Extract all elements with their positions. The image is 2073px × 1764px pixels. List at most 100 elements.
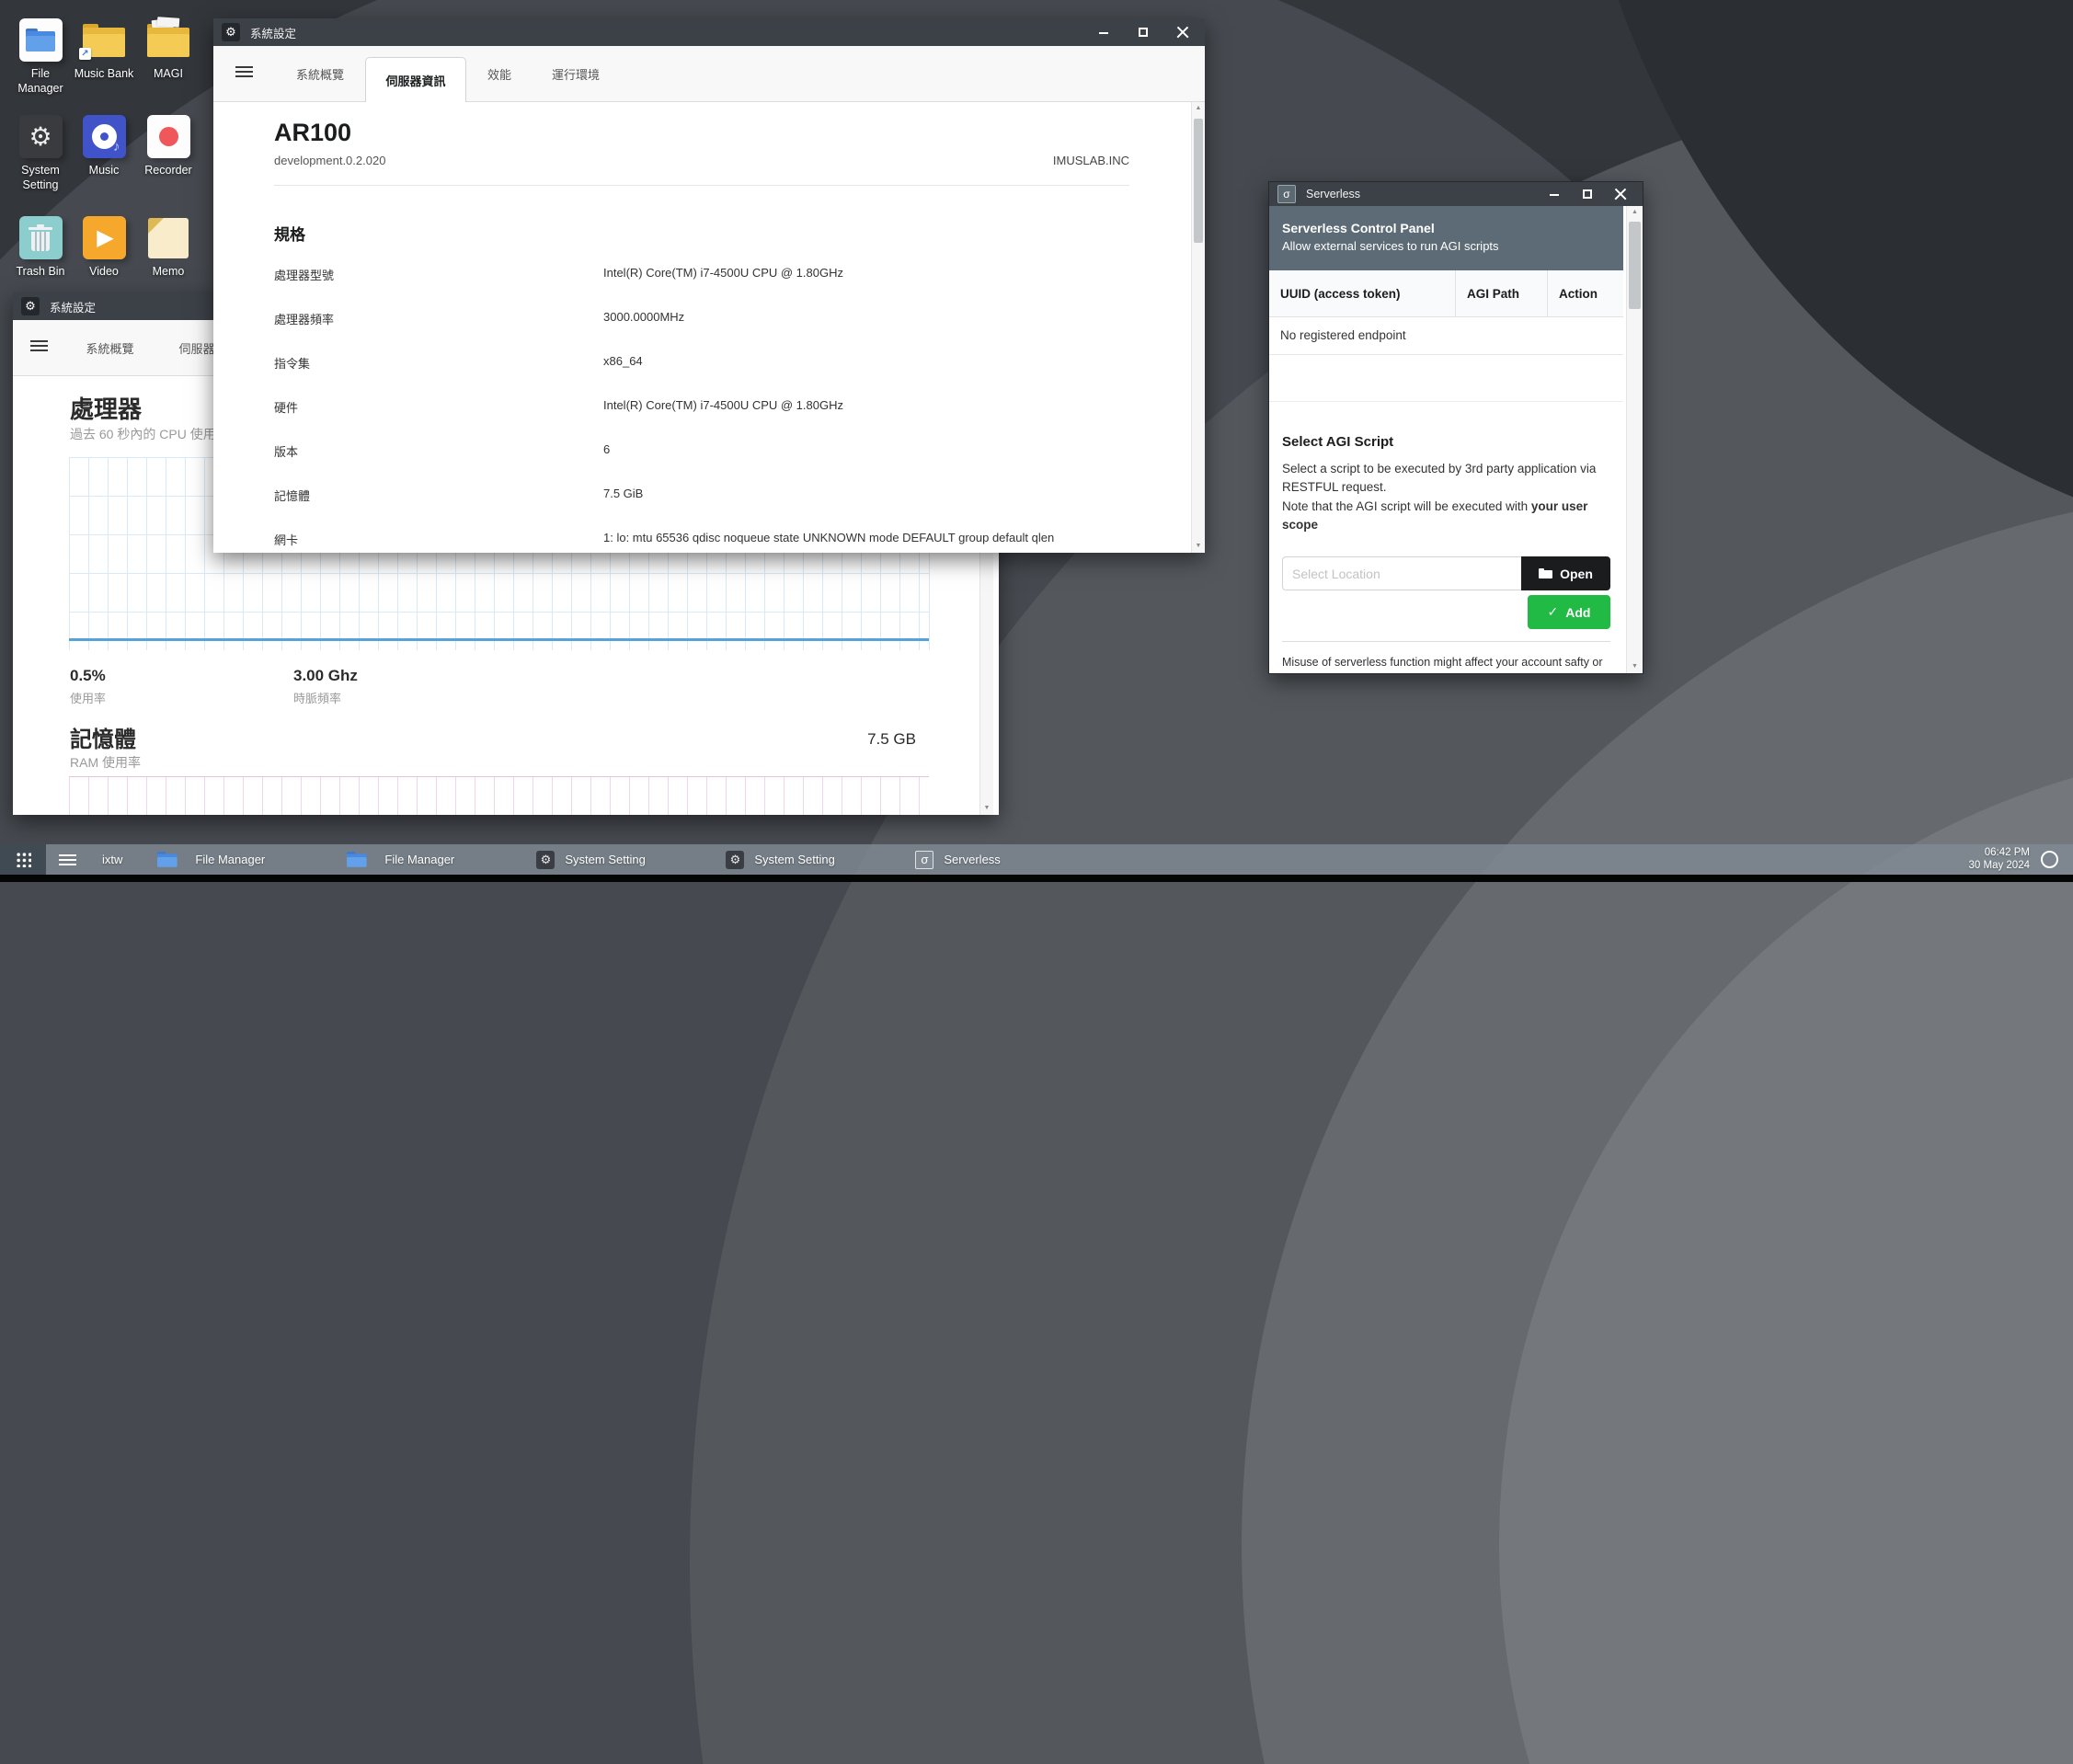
scrollbar[interactable]: ▲ ▼ (1191, 102, 1205, 553)
add-button-label: Add (1565, 605, 1590, 620)
spec-label: 記憶體 (274, 487, 310, 504)
tab-system-overview[interactable]: 系統概覽 (71, 320, 149, 375)
scroll-thumb[interactable] (1629, 222, 1641, 309)
desktop-icon-memo[interactable]: Memo (138, 216, 199, 280)
memo-note-icon (147, 216, 190, 259)
recorder-icon (147, 115, 190, 158)
panel-title: Serverless Control Panel (1282, 206, 1610, 235)
close-button[interactable] (1614, 188, 1627, 200)
tab-server-info-active[interactable]: 伺服器資訊 (365, 57, 466, 102)
select-agi-description: Select a script to be executed by 3rd pa… (1282, 460, 1611, 534)
window-title: 系統設定 (250, 24, 296, 41)
clock-date: 30 May 2024 (1969, 860, 2031, 873)
spec-row: 記憶體 7.5 GiB (274, 487, 1177, 505)
desktop-icon-label: Recorder (138, 164, 199, 178)
taskbar-item-file-manager-2[interactable]: File Manager (347, 849, 501, 870)
close-button[interactable] (1176, 26, 1189, 39)
scroll-down-icon[interactable]: ▼ (1192, 540, 1205, 553)
window-content: AR100 development.0.2.020 IMUSLAB.INC 規格… (213, 102, 1205, 553)
desktop-icon-file-manager[interactable]: File Manager (10, 18, 71, 96)
menu-icon[interactable] (235, 66, 253, 79)
scroll-down-icon[interactable]: ▼ (1627, 660, 1643, 673)
ram-heading: 記憶體 (70, 721, 136, 753)
spec-row: 處理器型號 Intel(R) Core(TM) i7-4500U CPU @ 1… (274, 266, 1177, 284)
spec-value: 7.5 GiB (603, 487, 643, 500)
desktop-icon-label: MAGI (138, 67, 199, 82)
hostname: AR100 (274, 119, 351, 147)
spec-value: 1: lo: mtu 65536 qdisc noqueue state UNK… (603, 531, 1054, 544)
taskbar-item-system-setting-1[interactable]: ⚙ System Setting (536, 851, 691, 869)
folder-icon (157, 852, 178, 867)
maximize-button[interactable] (1581, 188, 1594, 200)
minimize-button[interactable] (1548, 188, 1561, 200)
open-button[interactable]: Open (1521, 556, 1610, 590)
desktop-icon-label: Music (74, 164, 134, 178)
desktop-icon-music[interactable]: ♪ Music (74, 115, 134, 178)
app-launcher-button[interactable] (0, 844, 46, 875)
check-icon: ✓ (1548, 604, 1559, 620)
desktop-icon-recorder[interactable]: Recorder (138, 115, 199, 178)
scroll-up-icon[interactable]: ▲ (1192, 102, 1205, 115)
scroll-down-icon[interactable]: ▼ (980, 802, 993, 815)
titlebar[interactable]: σ Serverless (1269, 182, 1643, 206)
spec-label: 網卡 (274, 531, 298, 548)
divider (1269, 401, 1623, 402)
add-button[interactable]: ✓ Add (1528, 595, 1610, 629)
taskbar-item-label: Serverless (944, 853, 1000, 866)
scrollbar[interactable]: ▲ ▼ (1626, 206, 1643, 673)
scroll-up-icon[interactable]: ▲ (1627, 206, 1643, 219)
music-note-icon: ♪ (113, 139, 120, 155)
spec-label: 處理器頻率 (274, 310, 334, 327)
empty-endpoint-row: No registered endpoint (1269, 316, 1623, 355)
panel-subtitle: Allow external services to run AGI scrip… (1282, 235, 1610, 253)
system-setting-window-front: ⚙ 系統設定 系統概覽 伺服器資訊 效能 運行環境 AR100 developm… (213, 18, 1205, 553)
open-button-label: Open (1560, 567, 1593, 581)
tab-performance[interactable]: 效能 (486, 46, 513, 101)
gear-icon: ⚙ (536, 851, 555, 869)
endpoint-table-header: UUID (access token) AGI Path Action (1269, 270, 1623, 317)
script-location-input[interactable] (1282, 556, 1521, 590)
gear-icon: ⚙ (21, 297, 40, 315)
ram-subtitle: RAM 使用率 (70, 753, 141, 772)
maximize-button[interactable] (1137, 26, 1150, 39)
build-version: development.0.2.020 (274, 154, 385, 167)
taskbar-item-label: File Manager (384, 853, 454, 866)
tab-runtime-env[interactable]: 運行環境 (549, 46, 602, 101)
warning-text: Misuse of serverless function might affe… (1282, 652, 1611, 673)
spec-row: 處理器頻率 3000.0000MHz (274, 310, 1177, 328)
power-circle-icon[interactable] (2041, 851, 2058, 868)
desktop-icon-label: Music Bank (74, 67, 134, 82)
spec-label: 硬件 (274, 398, 298, 416)
folder-icon (347, 852, 367, 867)
username: ixtw (102, 853, 122, 866)
taskbar-item-label: File Manager (195, 853, 265, 866)
spec-label: 指令集 (274, 354, 310, 372)
window-content: Serverless Control Panel Allow external … (1269, 206, 1643, 673)
scroll-thumb[interactable] (1194, 119, 1203, 243)
desktop-icon-video[interactable]: ▶ Video (74, 216, 134, 280)
taskbar-menu-icon[interactable] (59, 854, 76, 865)
divider (1282, 641, 1610, 642)
desktop-icon-trash-bin[interactable]: Trash Bin (10, 216, 71, 280)
grid-icon (16, 852, 31, 867)
tab-system-overview[interactable]: 系統概覽 (292, 46, 348, 101)
minimize-button[interactable] (1097, 26, 1110, 39)
screen-bottom-strip (0, 875, 2073, 882)
description-line1: Select a script to be executed by 3rd pa… (1282, 462, 1596, 494)
desktop-icon-magi[interactable]: MAGI (138, 18, 199, 82)
taskbar-item-file-manager-1[interactable]: File Manager (157, 849, 312, 870)
select-agi-heading: Select AGI Script (1282, 434, 1393, 450)
desktop-icon-label: System Setting (10, 164, 71, 192)
taskbar-item-serverless[interactable]: σ Serverless (915, 851, 1070, 869)
menu-icon[interactable] (30, 340, 48, 353)
music-bank-folder-icon: ↗ (83, 18, 126, 62)
window-title: 系統設定 (50, 298, 96, 315)
file-manager-icon (19, 18, 63, 62)
desktop-icon-music-bank[interactable]: ↗ Music Bank (74, 18, 134, 82)
gear-icon: ⚙ (222, 23, 240, 41)
system-setting-gear-icon: ⚙ (19, 115, 63, 158)
taskbar-item-system-setting-2[interactable]: ⚙ System Setting (726, 851, 880, 869)
desktop-icon-system-setting[interactable]: ⚙ System Setting (10, 115, 71, 192)
titlebar[interactable]: ⚙ 系統設定 (213, 18, 1205, 46)
desktop-icon-label: Memo (138, 265, 199, 280)
